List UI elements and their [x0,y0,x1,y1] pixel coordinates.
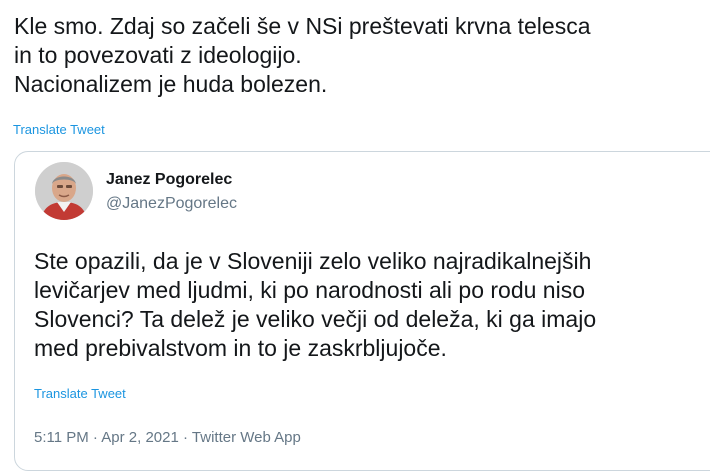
quoted-tweet-text-line: Slovenci? Ta delež je veliko večji od de… [34,306,597,332]
quoted-tweet-card[interactable]: Janez Pogorelec @JanezPogorelec Ste opaz… [14,151,710,471]
author-name[interactable]: Janez Pogorelec [106,170,232,190]
quoted-tweet-text-line: med prebivalstvom in to je zaskrbljujoče… [34,335,447,361]
meta-separator: · [92,429,98,446]
avatar[interactable] [35,162,93,220]
tweet-text-line: in to povezovati z ideologijo. [14,42,302,68]
tweet-time-link[interactable]: 5:11 PM [34,429,89,446]
tweet-date-link[interactable]: Apr 2, 2021 [101,429,179,446]
quoted-tweet-text: Ste opazili, da je v Sloveniji zelo veli… [34,247,710,363]
translate-tweet-link-quoted[interactable]: Translate Tweet [34,386,126,402]
meta-separator: · [183,429,188,446]
tweet-text-line: Nacionalizem je huda bolezen. [14,71,328,97]
translate-tweet-link[interactable]: Translate Tweet [13,122,105,138]
tweet-text-line: Kle smo. Zdaj so začeli še v NSi preštev… [14,13,591,39]
quoted-tweet-text-line: Ste opazili, da je v Sloveniji zelo veli… [34,248,592,274]
tweet-metadata: 5:11 PM · Apr 2, 2021 · Twitter Web App [34,428,301,448]
tweet-source-link[interactable]: Twitter Web App [192,429,301,446]
author-handle[interactable]: @JanezPogorelec [106,194,237,214]
tweet-text: Kle smo. Zdaj so začeli še v NSi preštev… [14,12,704,99]
avatar-image [35,162,93,220]
quoted-tweet-text-line: levičarjev med ljudmi, ki po narodnosti … [34,277,586,303]
